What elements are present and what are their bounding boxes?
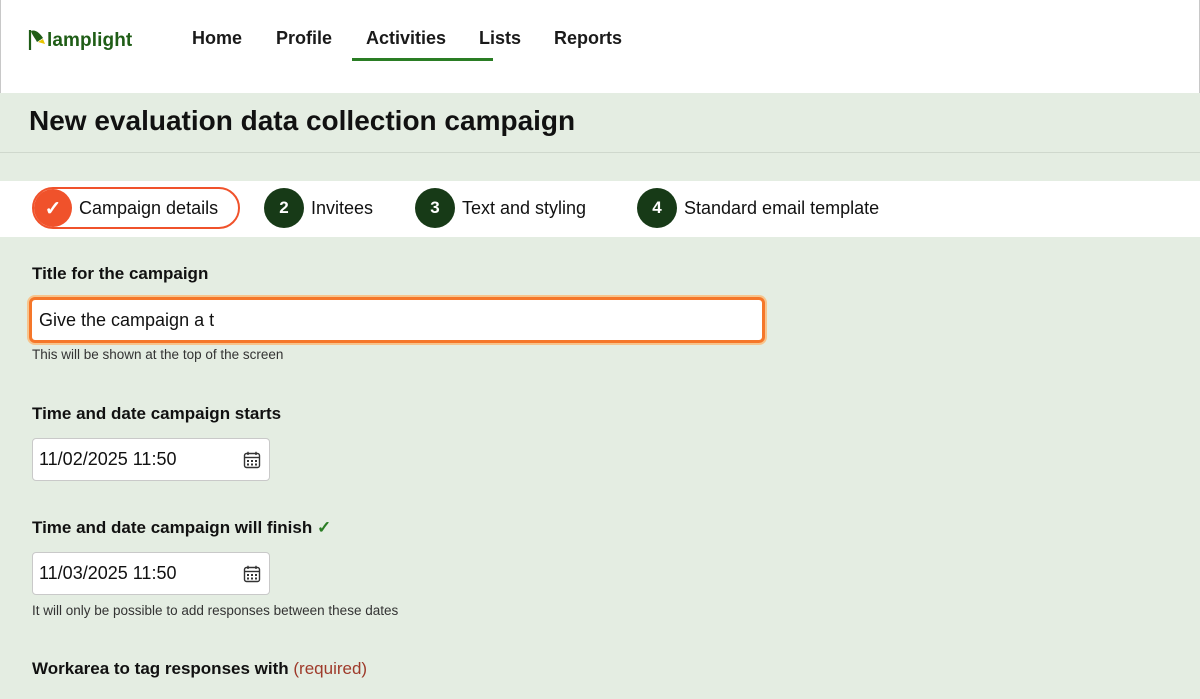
nav-item-lists[interactable]: Lists: [479, 0, 554, 93]
nav-item-activities[interactable]: Activities: [352, 0, 493, 93]
page-title: New evaluation data collection campaign: [29, 105, 576, 136]
step-label: Standard email template: [684, 197, 880, 218]
finish-date-value: 11/03/2025 11:50: [39, 563, 177, 583]
page-header: New evaluation data collection campaign: [0, 93, 1200, 153]
required-indicator: (required): [293, 659, 368, 678]
step-number: 2: [264, 188, 304, 228]
step-check-icon: ✓: [34, 189, 72, 227]
step-number: 3: [415, 188, 455, 228]
workarea-label-text: Workarea to tag responses with: [32, 659, 289, 678]
nav-label: Profile: [276, 28, 333, 48]
nav-item-reports[interactable]: Reports: [554, 0, 644, 93]
finish-date-label: Time and date campaign will finish ✓: [32, 518, 331, 538]
finish-date-label-text: Time and date campaign will finish: [32, 518, 313, 537]
step-label: Text and styling: [462, 197, 587, 218]
valid-check-icon: ✓: [316, 518, 332, 537]
nav-label: Activities: [366, 28, 447, 48]
campaign-title-input[interactable]: [29, 297, 765, 343]
wizard-steps: ✓ Campaign details 2 Invitees 3 Text and…: [0, 181, 1200, 237]
step-invitees[interactable]: 2 Invitees: [264, 188, 373, 228]
calendar-icon[interactable]: [243, 565, 261, 583]
nav-item-home[interactable]: Home: [192, 0, 276, 93]
lamplight-logo[interactable]: lamplight: [28, 24, 132, 52]
start-date-input[interactable]: 11/02/2025 11:50: [32, 438, 270, 481]
nav-label: Reports: [554, 28, 623, 48]
lamp-icon: [28, 30, 45, 50]
step-label: Invitees: [311, 197, 374, 218]
step-text-and-styling[interactable]: 3 Text and styling: [415, 188, 586, 228]
workarea-label: Workarea to tag responses with (required…: [32, 659, 367, 679]
logo-text: lamplight: [47, 30, 133, 51]
campaign-title-hint: This will be shown at the top of the scr…: [32, 347, 284, 362]
nav-label: Home: [192, 28, 243, 48]
calendar-icon[interactable]: [243, 451, 261, 469]
campaign-title-label: Title for the campaign: [32, 264, 209, 283]
nav-item-profile[interactable]: Profile: [276, 0, 366, 93]
start-date-value: 11/02/2025 11:50: [39, 449, 177, 469]
top-navigation-bar: lamplight Home Profile Activities Lists …: [0, 0, 1200, 93]
start-date-label: Time and date campaign starts: [32, 404, 282, 423]
nav-label: Lists: [479, 28, 522, 48]
main-nav: Home Profile Activities Lists Reports: [192, 0, 644, 93]
step-campaign-details[interactable]: ✓ Campaign details: [32, 187, 241, 229]
step-number: 4: [637, 188, 677, 228]
step-standard-email-template[interactable]: 4 Standard email template: [637, 188, 879, 228]
step-label: Campaign details: [79, 197, 219, 218]
finish-date-input[interactable]: 11/03/2025 11:50: [32, 552, 270, 595]
date-range-hint: It will only be possible to add response…: [32, 603, 399, 618]
